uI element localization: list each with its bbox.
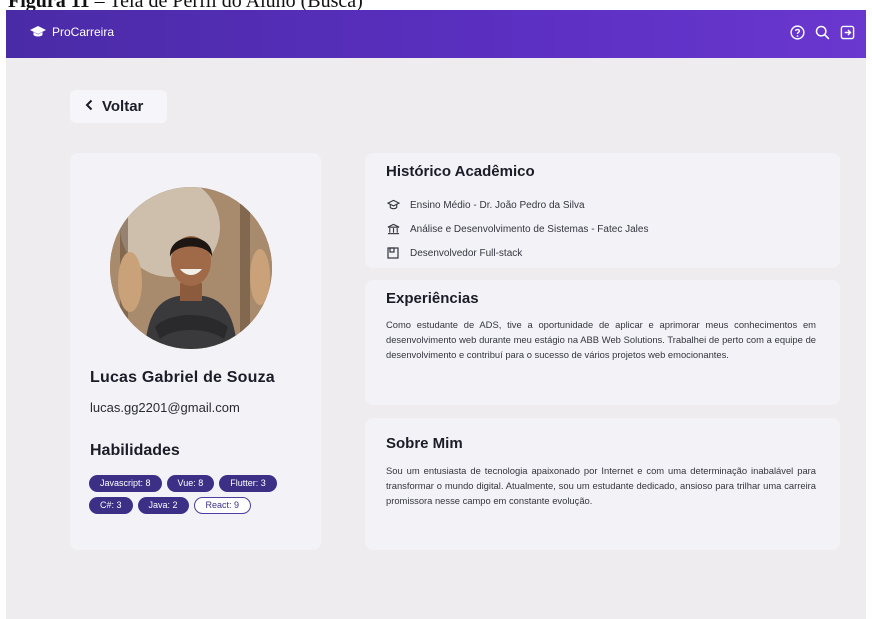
history-item-text: Desenvolvedor Full-stack — [410, 247, 523, 259]
history-item: Desenvolvedor Full-stack — [386, 241, 826, 265]
search-icon[interactable] — [814, 24, 831, 41]
institution-icon — [386, 222, 400, 236]
top-icons — [789, 24, 856, 41]
history-list: Ensino Médio - Dr. João Pedro da Silva A… — [386, 193, 826, 265]
graduation-icon — [386, 198, 400, 212]
skill-chip: Java: 2 — [137, 497, 189, 514]
history-title: Histórico Acadêmico — [386, 163, 535, 180]
profile-name: Lucas Gabriel de Souza — [90, 369, 275, 386]
back-button-label: Voltar — [102, 98, 144, 115]
skills-list: Javascript: 8 Vue: 8 Flutter: 3 C#: 3 Ja… — [89, 475, 314, 514]
about-title: Sobre Mim — [386, 435, 463, 452]
skill-chip: Javascript: 8 — [89, 475, 162, 492]
about-text: Sou um entusiasta de tecnologia apaixona… — [386, 465, 816, 506]
academic-history-card: Histórico Acadêmico Ensino Médio - Dr. J… — [365, 153, 840, 268]
profile-card: Lucas Gabriel de Souza lucas.gg2201@gmai… — [70, 153, 321, 550]
badge-icon — [386, 246, 400, 260]
profile-email: lucas.gg2201@gmail.com — [90, 400, 240, 415]
skill-chip: React: 9 — [193, 497, 252, 514]
avatar — [110, 187, 272, 349]
experience-text: Como estudante de ADS, tive a oportunida… — [386, 319, 816, 360]
app-window: ProCarreira Voltar Lucas Gabriel de Souz… — [6, 10, 866, 619]
help-circle-icon[interactable] — [789, 24, 806, 41]
history-item-text: Ensino Médio - Dr. João Pedro da Silva — [410, 199, 585, 211]
back-button[interactable]: Voltar — [70, 90, 167, 123]
skills-title: Habilidades — [90, 442, 180, 459]
experience-card: Experiências Como estudante de ADS, tive… — [365, 280, 840, 405]
history-item-text: Análise e Desenvolvimento de Sistemas - … — [410, 223, 649, 235]
about-card: Sobre Mim Sou um entusiasta de tecnologi… — [365, 418, 840, 550]
skill-chip: Vue: 8 — [166, 475, 215, 492]
graduation-cap-icon — [30, 26, 46, 38]
chevron-left-icon — [84, 98, 94, 115]
brand-name: ProCarreira — [52, 25, 115, 39]
logout-icon[interactable] — [839, 24, 856, 41]
history-item: Ensino Médio - Dr. João Pedro da Silva — [386, 193, 826, 217]
skill-chip: C#: 3 — [89, 497, 133, 514]
history-item: Análise e Desenvolvimento de Sistemas - … — [386, 217, 826, 241]
skill-chip: Flutter: 3 — [219, 475, 277, 492]
experience-title: Experiências — [386, 290, 479, 307]
brand[interactable]: ProCarreira — [30, 25, 114, 39]
top-bar: ProCarreira — [6, 10, 866, 58]
